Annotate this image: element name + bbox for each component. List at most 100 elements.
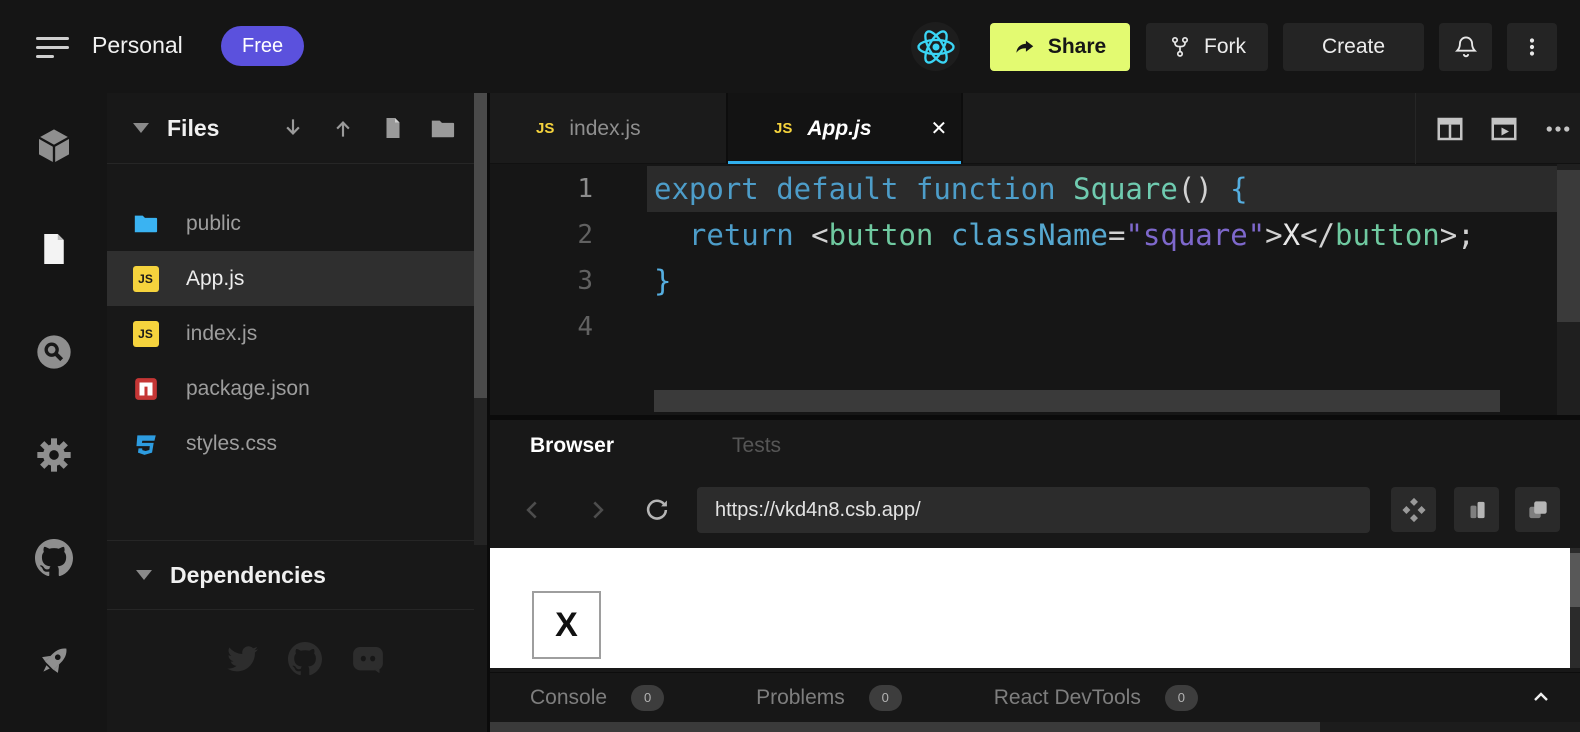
browser-panel: Browser Tests bbox=[487, 420, 1580, 732]
browser-nav-bar bbox=[490, 472, 1580, 548]
js-file-icon: JS bbox=[774, 120, 792, 137]
share-label: Share bbox=[1048, 35, 1106, 59]
ellipsis-icon[interactable] bbox=[1542, 113, 1574, 145]
files-toolbar bbox=[279, 115, 456, 142]
devtools-tab-console[interactable]: Console0 bbox=[530, 685, 664, 711]
code-token: { bbox=[1213, 172, 1248, 206]
editor-hscrollbar-thumb[interactable] bbox=[654, 390, 1500, 412]
folder-file-icon bbox=[132, 210, 159, 237]
js-badge: JS bbox=[133, 321, 159, 347]
dependencies-section-header[interactable]: Dependencies bbox=[107, 540, 474, 610]
code-token: button bbox=[829, 218, 934, 252]
editor-actions bbox=[1415, 93, 1574, 164]
code-token: > bbox=[1265, 218, 1282, 252]
back-icon[interactable] bbox=[518, 495, 548, 525]
browser-hscrollbar-thumb[interactable] bbox=[490, 722, 1320, 732]
more-options-button[interactable] bbox=[1507, 23, 1557, 71]
js-file-icon: JS bbox=[132, 265, 159, 292]
files-panel-icon[interactable] bbox=[33, 228, 75, 270]
code-token: className bbox=[951, 218, 1108, 252]
sandbox-cube-icon[interactable] bbox=[33, 125, 75, 167]
count-badge: 0 bbox=[869, 685, 902, 711]
fork-label: Fork bbox=[1204, 35, 1246, 59]
editor-tab-App.js[interactable]: JSApp.js✕ bbox=[726, 93, 963, 164]
browser-tab-tests[interactable]: Tests bbox=[732, 434, 781, 458]
menu-icon[interactable] bbox=[36, 33, 74, 61]
file-row-App.js[interactable]: JS App.js bbox=[107, 251, 474, 306]
fork-button[interactable]: Fork bbox=[1146, 23, 1268, 71]
code-line: return <button className="square">X</but… bbox=[647, 212, 1557, 258]
js-file-icon: JS bbox=[536, 120, 554, 137]
line-number: 1 bbox=[490, 166, 647, 212]
notifications-button[interactable] bbox=[1439, 23, 1492, 71]
search-icon[interactable] bbox=[33, 331, 75, 373]
code-token: < bbox=[794, 218, 829, 252]
create-button[interactable]: Create bbox=[1283, 23, 1424, 71]
square-preview-button[interactable]: X bbox=[532, 591, 601, 659]
code-lines: export default function Square() { retur… bbox=[647, 166, 1557, 350]
new-file-icon[interactable] bbox=[379, 115, 406, 142]
browser-tab-browser[interactable]: Browser bbox=[530, 434, 614, 458]
preview-pane-icon[interactable] bbox=[1488, 113, 1520, 145]
code-token: = bbox=[1108, 218, 1125, 252]
open-in-new-window-icon[interactable] bbox=[1515, 487, 1560, 532]
devtools-tab-react-devtools[interactable]: React DevTools0 bbox=[994, 685, 1198, 711]
forward-icon[interactable] bbox=[582, 495, 612, 525]
editor-tab-index.js[interactable]: JSindex.js bbox=[490, 93, 726, 164]
expand-devtools-icon[interactable] bbox=[1526, 682, 1556, 712]
preview-shortcuts-icon[interactable] bbox=[1391, 487, 1436, 532]
devtools-bar: Console0 Problems0 React DevTools0 bbox=[490, 672, 1580, 722]
css-file-icon bbox=[132, 430, 159, 457]
file-row-index.js[interactable]: JS index.js bbox=[107, 306, 474, 361]
code-editor: JSindex.jsJSApp.js✕ 1234 export default … bbox=[487, 93, 1580, 415]
code-token: () bbox=[1178, 172, 1213, 206]
line-number: 4 bbox=[490, 304, 647, 350]
responsive-mode-icon[interactable] bbox=[1454, 487, 1499, 532]
js-badge: JS bbox=[133, 266, 159, 292]
preview-viewport: X bbox=[490, 548, 1570, 668]
codesandbox-app: Personal Free Share bbox=[0, 0, 1580, 732]
github-social-icon[interactable] bbox=[288, 642, 322, 676]
count-badge: 0 bbox=[631, 685, 664, 711]
file-row-public[interactable]: public bbox=[107, 196, 474, 251]
discord-icon[interactable] bbox=[351, 642, 385, 676]
url-input[interactable] bbox=[697, 487, 1370, 533]
share-button[interactable]: Share bbox=[990, 23, 1130, 71]
line-number-gutter: 1234 bbox=[490, 166, 647, 350]
files-header-title: Files bbox=[167, 115, 219, 142]
code-token: </ bbox=[1300, 218, 1335, 252]
deploy-rocket-icon[interactable] bbox=[33, 640, 75, 682]
upload-icon[interactable] bbox=[329, 115, 356, 142]
kebab-icon bbox=[1520, 34, 1544, 60]
js-file-icon: JS bbox=[132, 320, 159, 347]
file-explorer: Files publicJSApp.jsJ bbox=[107, 93, 487, 732]
file-row-styles.css[interactable]: styles.css bbox=[107, 416, 474, 471]
line-number: 2 bbox=[490, 212, 647, 258]
file-name: App.js bbox=[186, 267, 244, 291]
activity-rail bbox=[0, 93, 107, 732]
editor-vscrollbar-thumb[interactable] bbox=[1557, 170, 1580, 322]
github-icon[interactable] bbox=[33, 537, 75, 579]
refresh-icon[interactable] bbox=[642, 495, 672, 525]
fork-icon bbox=[1168, 35, 1192, 59]
settings-gear-icon[interactable] bbox=[33, 434, 75, 476]
new-folder-icon[interactable] bbox=[429, 115, 456, 142]
file-row-package.json[interactable]: package.json bbox=[107, 361, 474, 416]
create-label: Create bbox=[1322, 35, 1385, 59]
preview-scrollbar-thumb[interactable] bbox=[1570, 553, 1580, 607]
twitter-icon[interactable] bbox=[225, 642, 259, 676]
workspace-name[interactable]: Personal bbox=[92, 32, 183, 59]
code-area[interactable]: 1234 export default function Square() { … bbox=[490, 164, 1580, 415]
explorer-scrollbar-thumb[interactable] bbox=[474, 93, 487, 398]
close-tab-icon[interactable]: ✕ bbox=[931, 116, 948, 141]
react-logo-icon bbox=[911, 22, 960, 71]
split-view-icon[interactable] bbox=[1434, 113, 1466, 145]
code-line: } bbox=[647, 258, 1557, 304]
chevron-down-icon bbox=[133, 123, 149, 133]
files-section-header[interactable]: Files bbox=[107, 93, 474, 164]
devtools-tab-problems[interactable]: Problems0 bbox=[756, 685, 902, 711]
download-icon[interactable] bbox=[279, 115, 306, 142]
code-token: X bbox=[1283, 218, 1300, 252]
file-name: index.js bbox=[186, 322, 257, 346]
social-links bbox=[225, 642, 385, 676]
